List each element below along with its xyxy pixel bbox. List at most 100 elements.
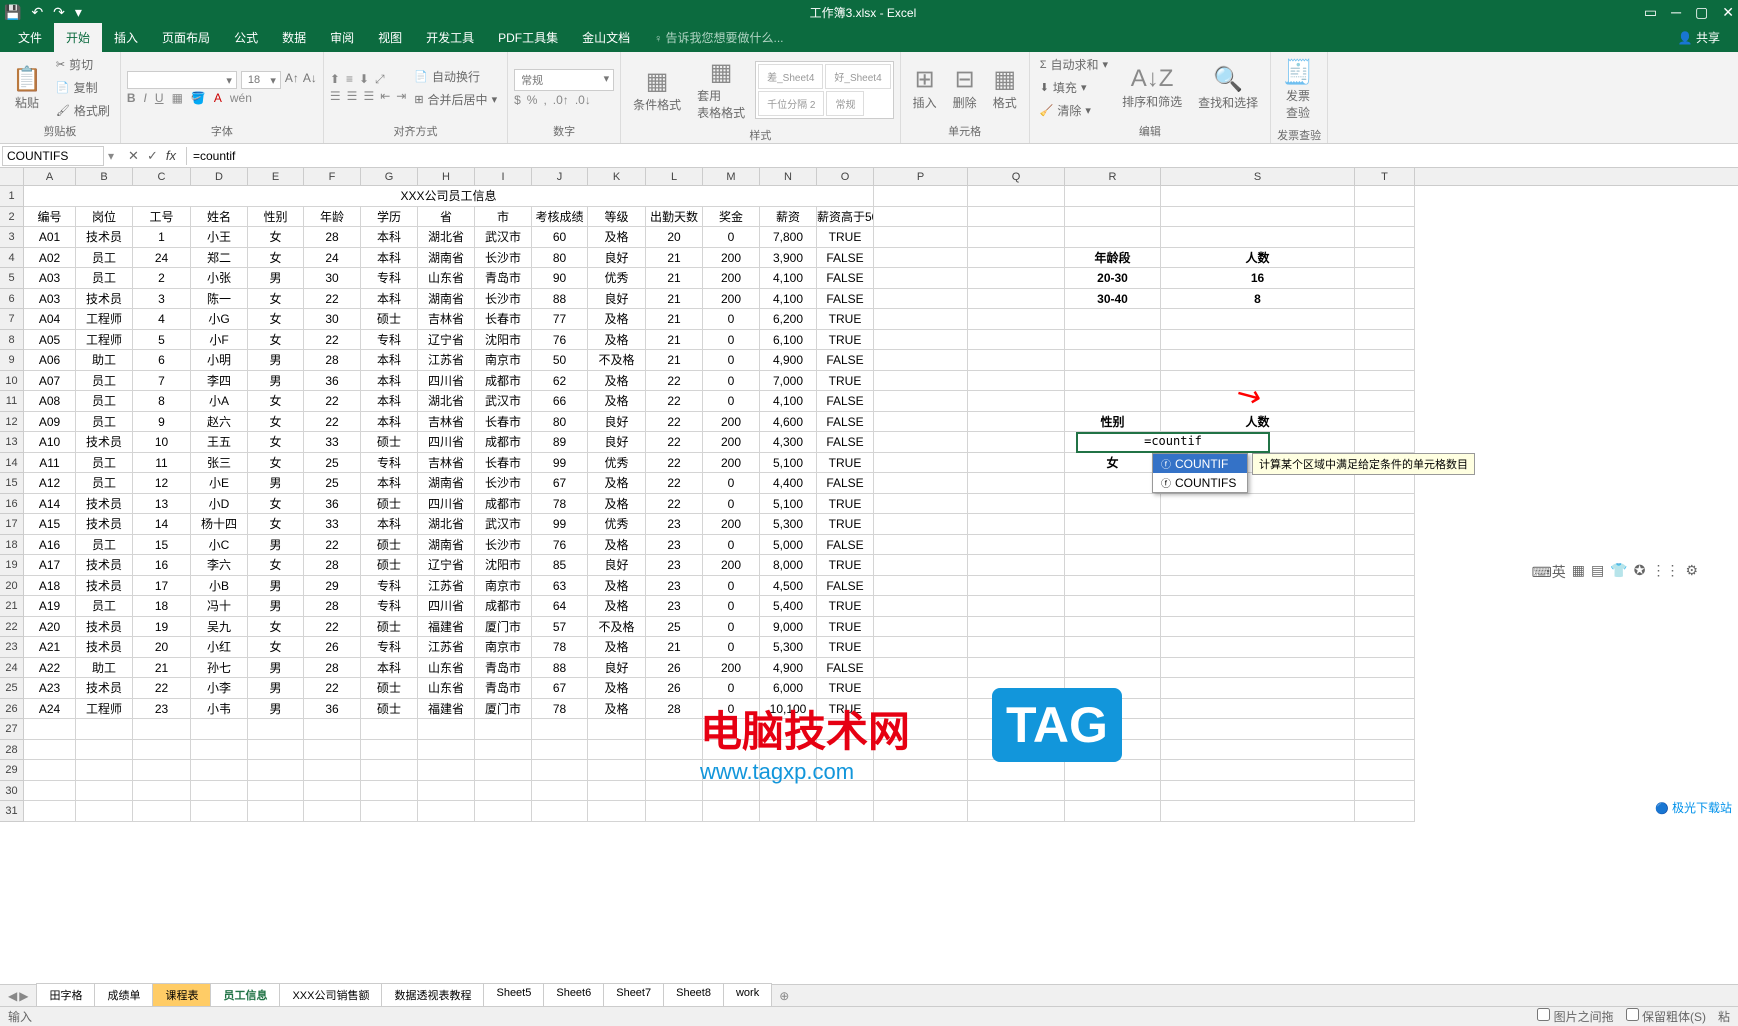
autocomplete-item[interactable]: ⓕCOUNTIFS	[1153, 473, 1247, 492]
cell[interactable]: 26	[646, 658, 703, 679]
cell[interactable]: 5,300	[760, 637, 817, 658]
cell[interactable]	[874, 555, 968, 576]
sheet-tab[interactable]: Sheet5	[483, 983, 544, 1008]
cell[interactable]: 22	[304, 391, 361, 412]
cell[interactable]: 10	[133, 432, 191, 453]
row-header[interactable]: 7	[0, 309, 24, 330]
sheet-tab[interactable]: 数据透视表教程	[381, 983, 484, 1008]
cell[interactable]: 0	[703, 371, 760, 392]
cell[interactable]: 14	[133, 514, 191, 535]
cell[interactable]: 技术员	[76, 227, 133, 248]
cell[interactable]	[588, 801, 646, 822]
cell[interactable]	[1065, 596, 1161, 617]
cell[interactable]: 技术员	[76, 555, 133, 576]
cell[interactable]: 女	[248, 391, 304, 412]
cell[interactable]: A05	[24, 330, 76, 351]
cell[interactable]: FALSE	[817, 432, 874, 453]
cell[interactable]	[1355, 781, 1415, 802]
cell[interactable]: 28	[304, 555, 361, 576]
row-header[interactable]: 5	[0, 268, 24, 289]
cut-button[interactable]: ✂ 剪切	[52, 54, 114, 75]
cell[interactable]: 6	[133, 350, 191, 371]
cell[interactable]: 员工	[76, 371, 133, 392]
cell[interactable]	[1065, 555, 1161, 576]
cell[interactable]: 专科	[361, 596, 418, 617]
cell[interactable]	[475, 801, 532, 822]
cell[interactable]: 本科	[361, 412, 418, 433]
cell[interactable]: 5,100	[760, 453, 817, 474]
column-header[interactable]: D	[191, 168, 248, 185]
cell[interactable]: 小李	[191, 678, 248, 699]
cell[interactable]	[1065, 699, 1161, 720]
cell[interactable]	[968, 371, 1065, 392]
cell[interactable]	[248, 781, 304, 802]
cell[interactable]	[760, 781, 817, 802]
cell[interactable]: 21	[646, 637, 703, 658]
cell[interactable]	[361, 719, 418, 740]
cell[interactable]	[874, 699, 968, 720]
cell[interactable]: 78	[532, 637, 588, 658]
cell[interactable]: TRUE	[817, 494, 874, 515]
cell[interactable]	[968, 453, 1065, 474]
tell-me[interactable]: ♀ 告诉我您想要做什么...	[642, 23, 795, 52]
comma-icon[interactable]: ,	[543, 93, 546, 107]
cell[interactable]: 良好	[588, 289, 646, 310]
cell[interactable]	[817, 719, 874, 740]
cell[interactable]	[1065, 309, 1161, 330]
minimize-icon[interactable]: ─	[1671, 4, 1681, 21]
ime-icon[interactable]: ⌨英	[1532, 562, 1566, 582]
merge-center-button[interactable]: ⊞ 合并后居中 ▾	[410, 89, 501, 110]
cell[interactable]: 性别	[248, 207, 304, 228]
cell[interactable]: 22	[646, 473, 703, 494]
status-option[interactable]: 保留粗体(S)	[1626, 1008, 1706, 1025]
cell[interactable]: 29	[304, 576, 361, 597]
decrease-decimal-icon[interactable]: .0↓	[575, 93, 591, 107]
tool-icon[interactable]: ⋮⋮	[1651, 562, 1679, 582]
format-painter-button[interactable]: 🖌 格式刷	[52, 100, 114, 121]
cell[interactable]	[968, 637, 1065, 658]
cell[interactable]: 及格	[588, 371, 646, 392]
cell[interactable]: 20	[133, 637, 191, 658]
cell[interactable]	[1065, 494, 1161, 515]
cell[interactable]: 女	[248, 227, 304, 248]
cell[interactable]: 助工	[76, 658, 133, 679]
cell[interactable]: 专科	[361, 637, 418, 658]
cell[interactable]: 5,000	[760, 535, 817, 556]
cell[interactable]: 小红	[191, 637, 248, 658]
cell[interactable]: FALSE	[817, 473, 874, 494]
cell[interactable]	[874, 473, 968, 494]
formula-input[interactable]: =countif	[186, 147, 1738, 165]
cell[interactable]	[874, 248, 968, 269]
sheet-tab[interactable]: Sheet8	[663, 983, 724, 1008]
invoice-check-button[interactable]: 🧾发票 查验	[1277, 54, 1319, 125]
cell[interactable]: 硕士	[361, 699, 418, 720]
cell[interactable]: 人数	[1161, 248, 1355, 269]
cell[interactable]: 0	[703, 678, 760, 699]
cell[interactable]: 及格	[588, 494, 646, 515]
cell[interactable]: 25	[304, 473, 361, 494]
cell[interactable]: 沈阳市	[475, 330, 532, 351]
cell[interactable]: 男	[248, 658, 304, 679]
cell[interactable]: 女	[248, 412, 304, 433]
cell[interactable]: 0	[703, 699, 760, 720]
tab-review[interactable]: 审阅	[318, 23, 366, 52]
cell[interactable]	[1065, 637, 1161, 658]
cell[interactable]: 男	[248, 678, 304, 699]
cell[interactable]	[874, 453, 968, 474]
find-select-button[interactable]: 🔍查找和选择	[1192, 61, 1264, 115]
cell[interactable]: 80	[532, 412, 588, 433]
cell[interactable]: 4,400	[760, 473, 817, 494]
cell[interactable]: 50	[532, 350, 588, 371]
cell[interactable]	[1161, 186, 1355, 207]
cell[interactable]: A03	[24, 268, 76, 289]
tool-icon[interactable]: ▤	[1591, 562, 1604, 582]
row-header[interactable]: 2	[0, 207, 24, 228]
column-header[interactable]: M	[703, 168, 760, 185]
cell[interactable]: 李四	[191, 371, 248, 392]
cell[interactable]: 女	[248, 248, 304, 269]
cell[interactable]	[1065, 719, 1161, 740]
cell[interactable]: 78	[532, 494, 588, 515]
cell[interactable]: 15	[133, 535, 191, 556]
cell[interactable]: 及格	[588, 699, 646, 720]
cell[interactable]: 22	[304, 330, 361, 351]
